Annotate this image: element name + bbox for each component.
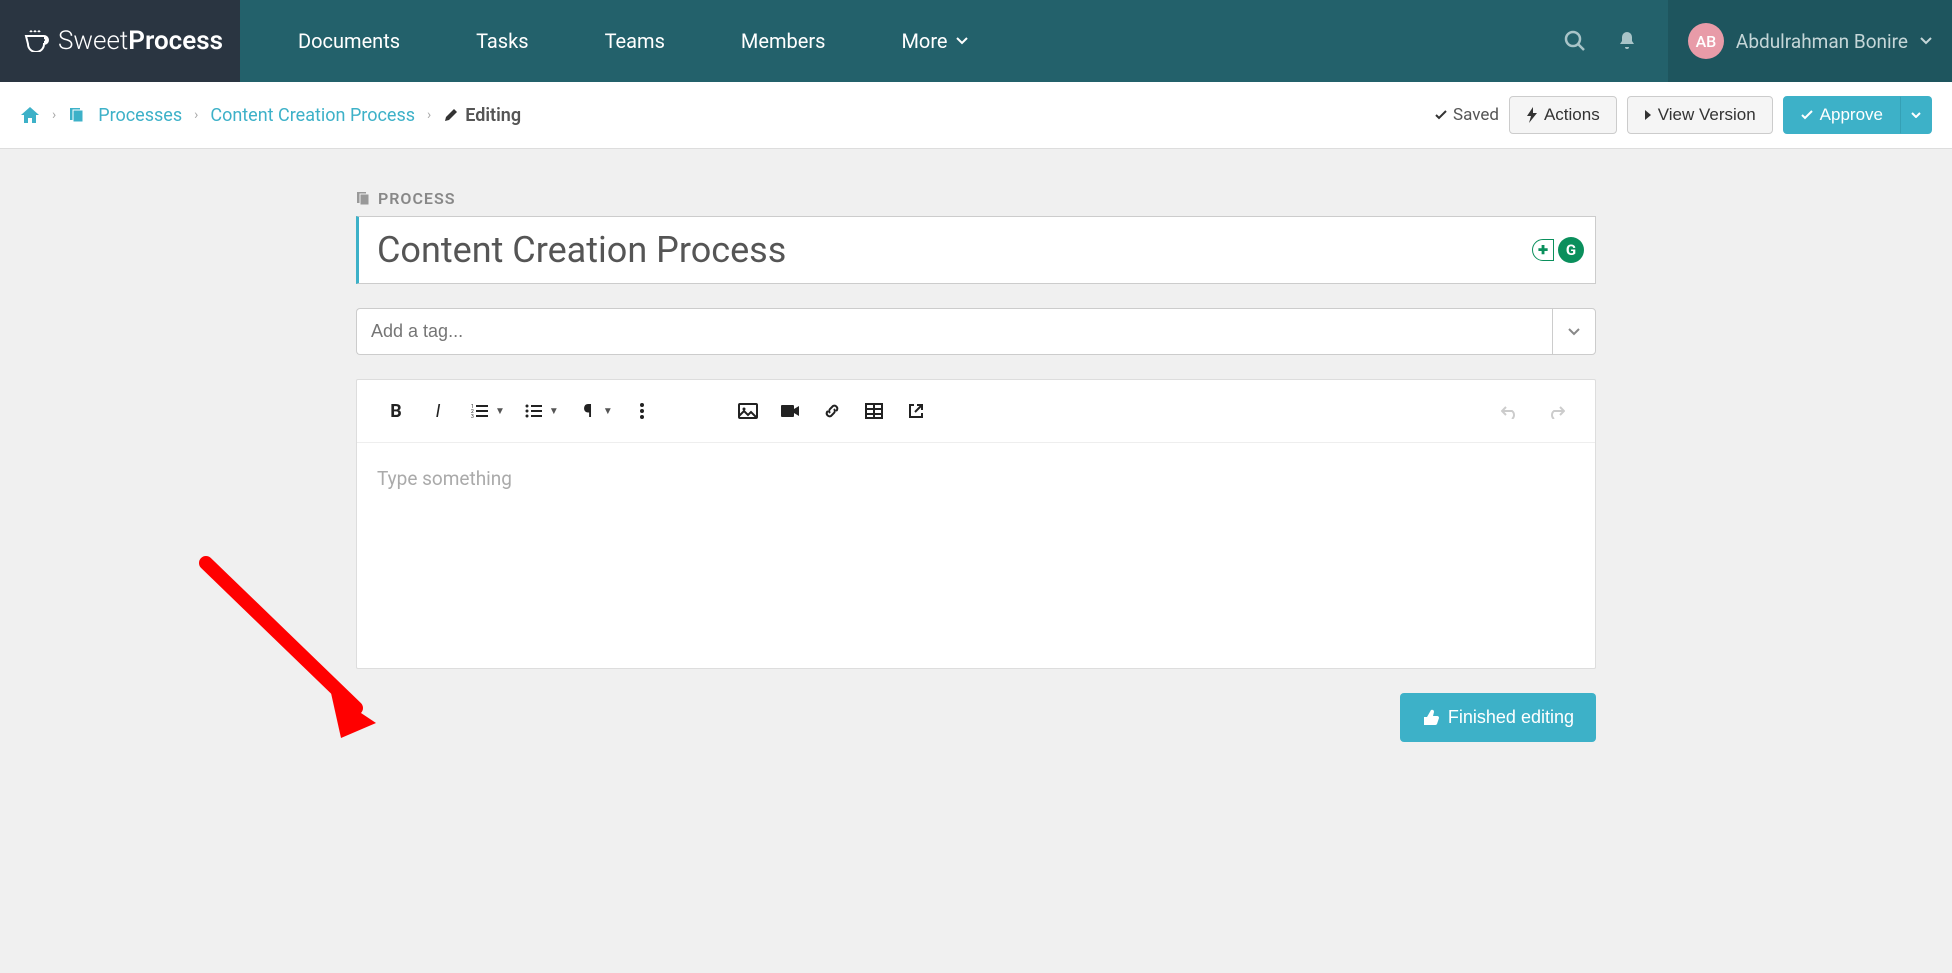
ordered-list-button[interactable]: 123 — [461, 394, 499, 428]
home-icon[interactable] — [20, 106, 40, 124]
breadcrumb-bar: › Processes › Content Creation Process ›… — [0, 82, 1952, 149]
caret-icon[interactable]: ▼ — [603, 406, 613, 417]
link-button[interactable] — [813, 394, 851, 428]
grammarly-icon: G — [1558, 237, 1584, 263]
approve-dropdown[interactable] — [1900, 96, 1932, 134]
bold-button[interactable]: B — [377, 394, 415, 428]
view-version-button[interactable]: View Version — [1627, 96, 1773, 134]
breadcrumb-processes[interactable]: Processes — [98, 105, 182, 126]
approve-button[interactable]: Approve — [1783, 96, 1900, 134]
italic-button[interactable]: I — [419, 394, 457, 428]
tag-dropdown[interactable] — [1552, 308, 1596, 355]
finished-wrap: Finished editing — [356, 693, 1596, 742]
nav-icons — [1534, 0, 1668, 82]
editor-placeholder: Type something — [377, 467, 1575, 490]
breadcrumb-sep: › — [427, 107, 431, 123]
tag-wrap — [356, 308, 1596, 355]
logo-text: SweetProcess — [58, 26, 223, 56]
table-button[interactable] — [855, 394, 893, 428]
breadcrumb-content-creation[interactable]: Content Creation Process — [210, 105, 415, 126]
user-name: Abdulrahman Bonire — [1736, 30, 1908, 53]
plus-icon: ✚ — [1532, 239, 1554, 261]
editor-toolbar: B I 123 ▼ ▼ ¶ ▼ — [357, 380, 1595, 443]
process-label: PROCESS — [356, 189, 1596, 208]
nav-more[interactable]: More — [863, 29, 1005, 53]
avatar: AB — [1688, 23, 1724, 59]
video-button[interactable] — [771, 394, 809, 428]
actions-button[interactable]: Actions — [1509, 96, 1617, 134]
undo-button[interactable] — [1491, 394, 1529, 428]
external-link-button[interactable] — [897, 394, 935, 428]
main-header: SweetProcess Documents Tasks Teams Membe… — [0, 0, 1952, 82]
stack-icon — [356, 191, 372, 207]
main-content: PROCESS ✚ G B I 123 ▼ ▼ ¶ ▼ — [336, 189, 1616, 742]
cup-icon — [24, 30, 52, 52]
nav-links: Documents Tasks Teams Members More — [240, 0, 1534, 82]
bolt-icon — [1526, 107, 1538, 123]
title-wrap: ✚ G — [356, 216, 1596, 284]
image-button[interactable] — [729, 394, 767, 428]
breadcrumb-sep: › — [194, 107, 198, 123]
breadcrumb-current: Editing — [443, 105, 521, 126]
editor-body[interactable]: Type something — [357, 443, 1595, 643]
nav-tasks[interactable]: Tasks — [438, 29, 567, 53]
chevron-down-icon — [956, 37, 968, 45]
tag-input[interactable] — [356, 308, 1552, 355]
nav-documents[interactable]: Documents — [260, 29, 438, 53]
user-menu[interactable]: AB Abdulrahman Bonire — [1668, 0, 1952, 82]
editor: B I 123 ▼ ▼ ¶ ▼ — [356, 379, 1596, 669]
caret-right-icon — [1644, 109, 1652, 121]
pencil-icon — [443, 107, 459, 123]
title-input[interactable] — [356, 216, 1596, 284]
thumbs-up-icon — [1422, 709, 1440, 727]
nav-members[interactable]: Members — [703, 29, 864, 53]
stack-icon — [68, 106, 86, 124]
search-icon[interactable] — [1564, 30, 1586, 52]
breadcrumb: › Processes › Content Creation Process ›… — [20, 105, 521, 126]
grammarly-badge[interactable]: ✚ G — [1532, 237, 1584, 263]
unordered-list-button[interactable] — [515, 394, 553, 428]
check-icon — [1800, 108, 1814, 122]
approve-group: Approve — [1783, 96, 1932, 134]
finished-editing-button[interactable]: Finished editing — [1400, 693, 1596, 742]
chevron-down-icon — [1920, 37, 1932, 45]
more-formatting-button[interactable] — [623, 394, 661, 428]
breadcrumb-sep: › — [52, 107, 56, 123]
caret-icon[interactable]: ▼ — [495, 406, 505, 417]
toolbar-right: Saved Actions View Version Approve — [1434, 96, 1932, 134]
saved-indicator: Saved — [1434, 105, 1499, 125]
logo[interactable]: SweetProcess — [0, 0, 240, 82]
caret-icon[interactable]: ▼ — [549, 406, 559, 417]
nav-teams[interactable]: Teams — [567, 29, 703, 53]
bell-icon[interactable] — [1616, 30, 1638, 52]
redo-button[interactable] — [1537, 394, 1575, 428]
paragraph-button[interactable]: ¶ — [569, 394, 607, 428]
svg-text:3: 3 — [471, 414, 474, 419]
nav-more-label: More — [901, 29, 947, 53]
